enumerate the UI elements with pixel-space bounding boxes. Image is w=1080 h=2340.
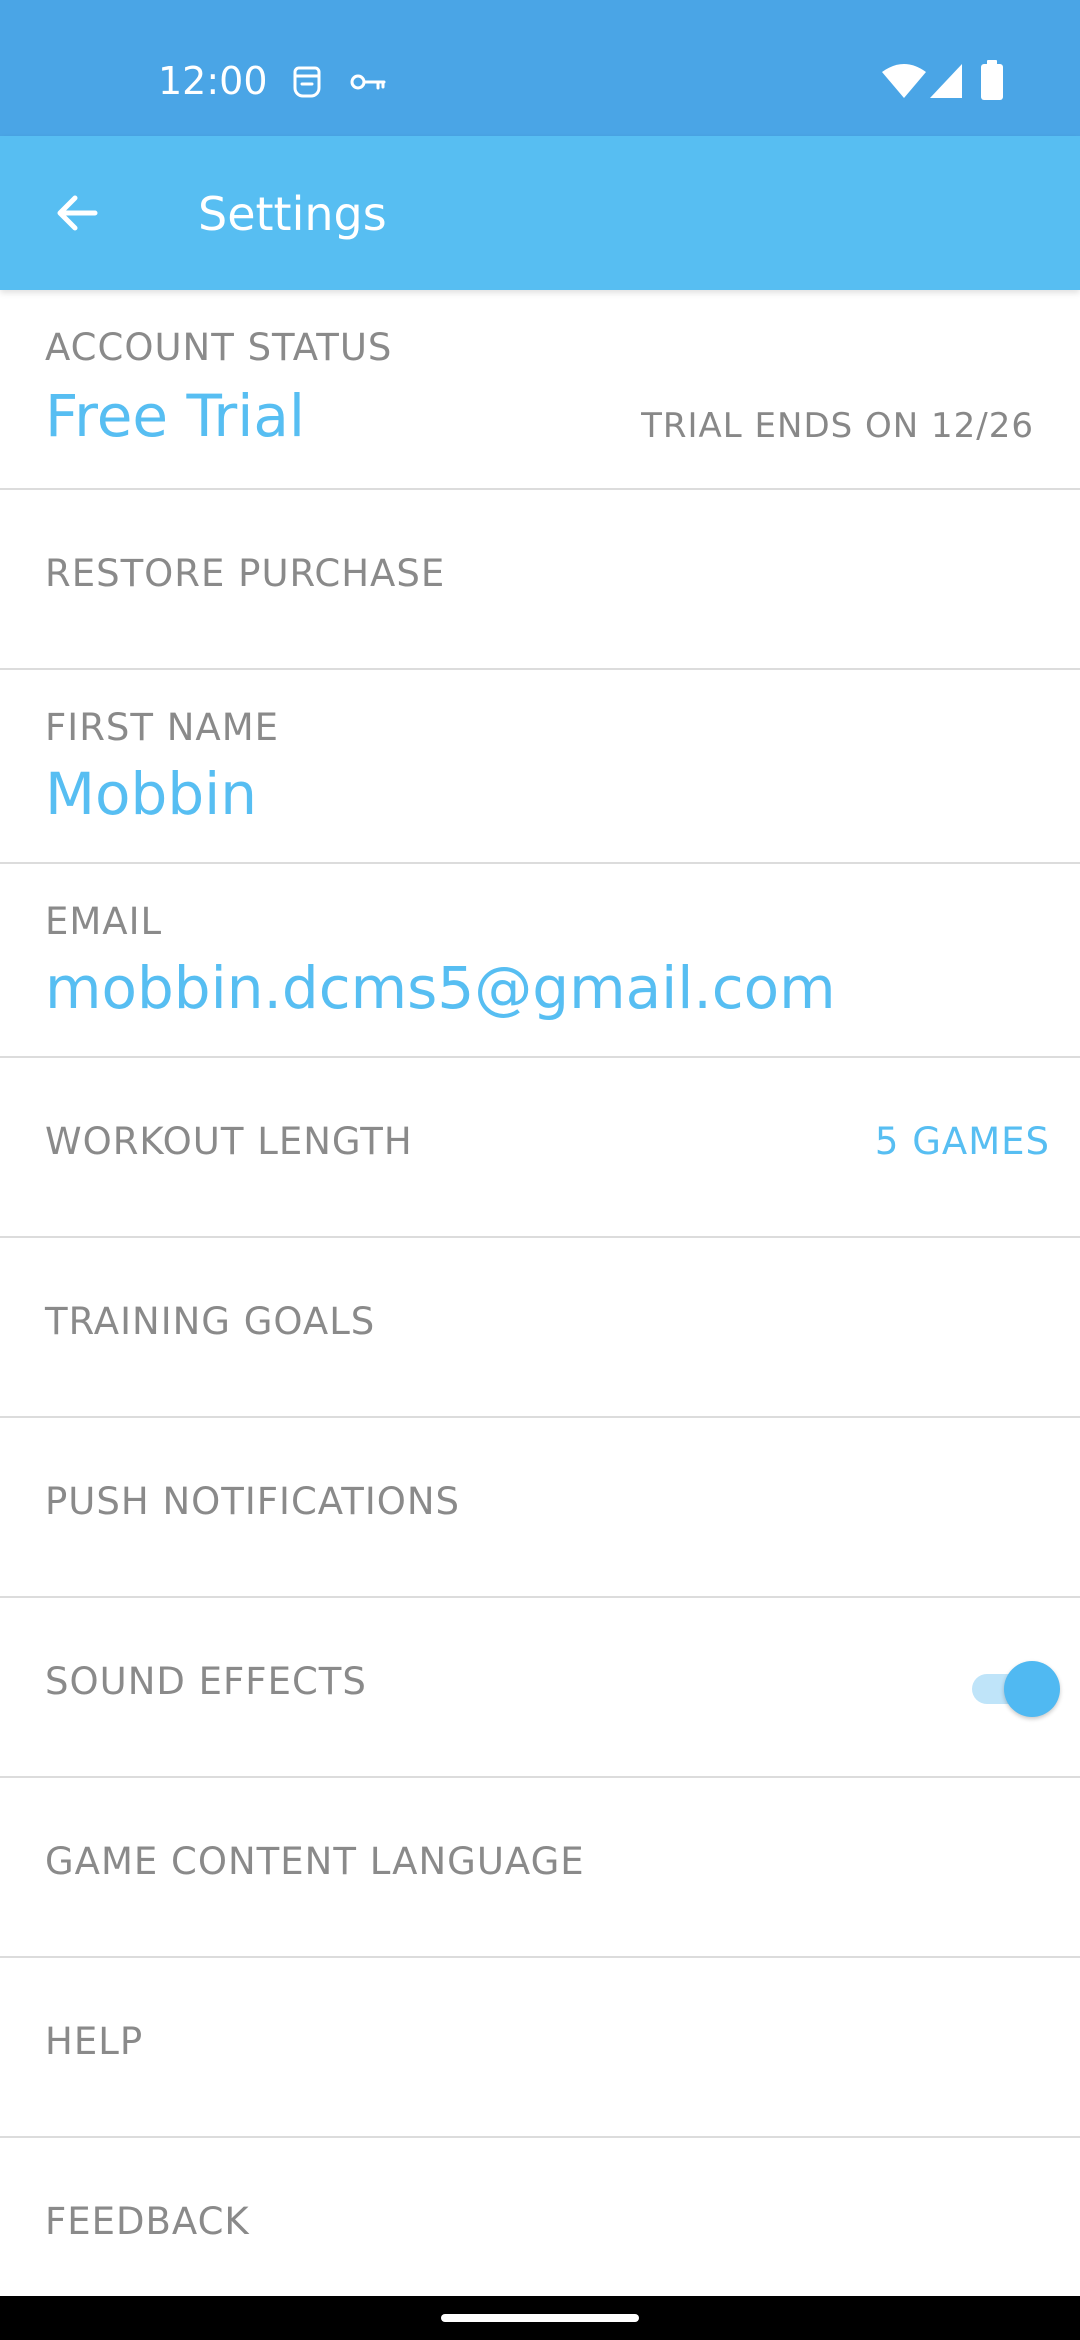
- back-arrow-icon: [57, 195, 98, 231]
- push-notifications-row[interactable]: PUSH NOTIFICATIONS: [0, 1418, 1080, 1598]
- feedback-row[interactable]: FEEDBACK: [0, 2138, 1080, 2318]
- game-content-language-row[interactable]: GAME CONTENT LANGUAGE: [0, 1778, 1080, 1958]
- home-indicator[interactable]: [441, 2314, 639, 2322]
- email-label: EMAIL: [45, 900, 163, 943]
- battery-icon: [981, 60, 1003, 100]
- training-goals-label: TRAINING GOALS: [45, 1300, 376, 1343]
- account-status-label: ACCOUNT STATUS: [45, 326, 393, 369]
- status-time: 12:00: [158, 59, 268, 103]
- sound-effects-toggle[interactable]: [964, 1658, 1060, 1718]
- help-row[interactable]: HELP: [0, 1958, 1080, 2138]
- back-button[interactable]: [36, 172, 118, 254]
- sound-effects-label: SOUND EFFECTS: [45, 1660, 367, 1703]
- key-icon: [350, 74, 386, 90]
- settings-screen: 12:00 Settings ACCOUNT STATUS Free Trial…: [0, 0, 1080, 2340]
- sound-effects-row: SOUND EFFECTS: [0, 1598, 1080, 1778]
- app-bar: Settings: [0, 136, 1080, 290]
- feedback-label: FEEDBACK: [45, 2200, 250, 2243]
- status-bar: 12:00: [0, 0, 1080, 136]
- training-goals-row[interactable]: TRAINING GOALS: [0, 1238, 1080, 1418]
- workout-length-label: WORKOUT LENGTH: [45, 1120, 413, 1163]
- email-value: mobbin.dcms5@gmail.com: [45, 954, 836, 1022]
- sim-icon: [293, 66, 321, 98]
- account-status-row[interactable]: ACCOUNT STATUS Free Trial TRIAL ENDS ON …: [0, 290, 1080, 490]
- first-name-label: FIRST NAME: [45, 706, 280, 749]
- restore-purchase-label: RESTORE PURCHASE: [45, 552, 446, 595]
- restore-purchase-row[interactable]: RESTORE PURCHASE: [0, 490, 1080, 670]
- workout-length-row[interactable]: WORKOUT LENGTH 5 GAMES: [0, 1058, 1080, 1238]
- navigation-bar: [0, 2296, 1080, 2340]
- trial-ends-text: TRIAL ENDS ON 12/26: [641, 406, 1034, 446]
- push-notifications-label: PUSH NOTIFICATIONS: [45, 1480, 461, 1523]
- settings-list: ACCOUNT STATUS Free Trial TRIAL ENDS ON …: [0, 290, 1080, 2318]
- email-row[interactable]: EMAIL mobbin.dcms5@gmail.com: [0, 864, 1080, 1058]
- wifi-icon: [882, 64, 926, 98]
- page-title: Settings: [198, 187, 387, 241]
- help-label: HELP: [45, 2020, 144, 2063]
- account-status-value: Free Trial: [45, 382, 306, 450]
- game-content-language-label: GAME CONTENT LANGUAGE: [45, 1840, 585, 1883]
- first-name-value: Mobbin: [45, 760, 258, 828]
- first-name-row[interactable]: FIRST NAME Mobbin: [0, 670, 1080, 864]
- signal-icon: [930, 64, 962, 98]
- toggle-thumb: [1004, 1661, 1060, 1717]
- workout-length-value: 5 GAMES: [874, 1120, 1050, 1163]
